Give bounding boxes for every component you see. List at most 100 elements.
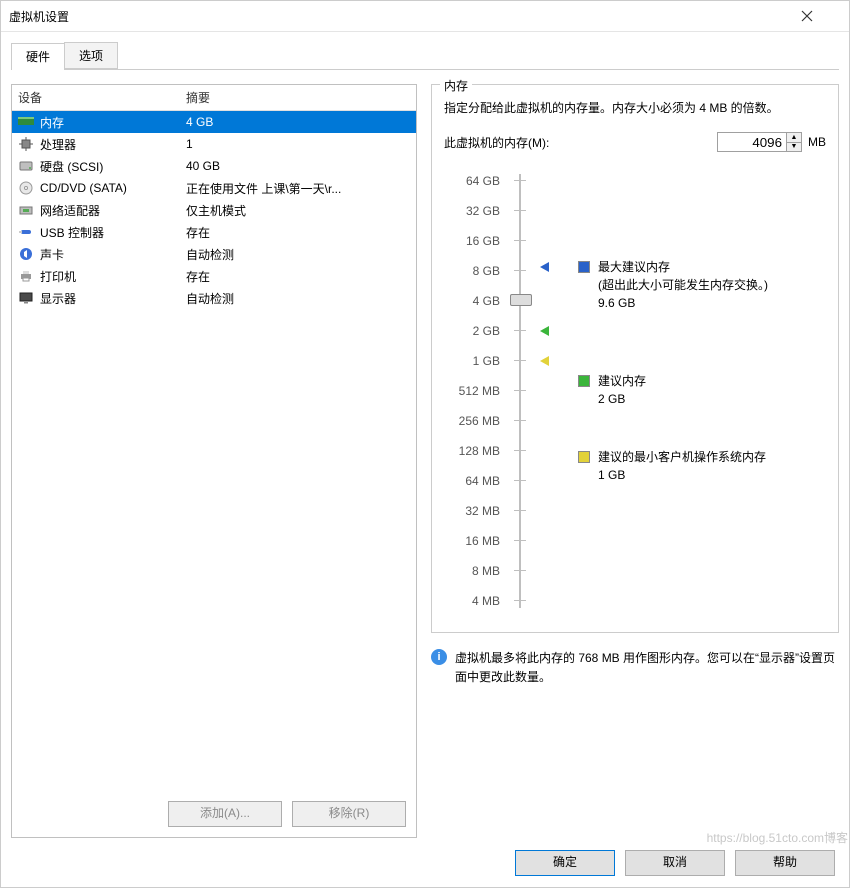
device-summary: 正在使用文件 上课\第一天\r... <box>186 180 410 197</box>
memory-info-note: i 虚拟机最多将此内存的 768 MB 用作图形内存。您可以在“显示器”设置页面… <box>431 649 839 687</box>
legend-recommended: 建议内存 2 GB <box>578 372 646 408</box>
memory-input[interactable] <box>717 132 787 152</box>
close-button[interactable] <box>801 10 841 22</box>
memory-tick-label: 4 MB <box>444 586 500 616</box>
memory-tick-label: 1 GB <box>444 346 500 376</box>
memory-markers <box>540 166 570 616</box>
dialog-body: 硬件 选项 设备 摘要 内存4 GB处理器1硬盘 (SCSI)40 GBCD/D… <box>1 32 849 838</box>
device-summary: 40 GB <box>186 159 410 173</box>
memory-tick-label: 64 GB <box>444 166 500 196</box>
device-row[interactable]: CD/DVD (SATA)正在使用文件 上课\第一天\r... <box>12 177 416 199</box>
memory-tick-label: 128 MB <box>444 436 500 466</box>
device-summary: 存在 <box>186 268 410 285</box>
slider-tick <box>514 180 526 181</box>
memory-fieldset: 内存 指定分配给此虚拟机的内存量。内存大小必须为 4 MB 的倍数。 此虚拟机的… <box>431 84 839 633</box>
slider-tick <box>514 420 526 421</box>
tab-hardware[interactable]: 硬件 <box>11 43 65 70</box>
device-row[interactable]: 内存4 GB <box>12 111 416 133</box>
memory-spinner: ▲ ▼ <box>717 132 802 152</box>
memory-spin-up[interactable]: ▲ <box>787 133 801 143</box>
legend-max-text: 最大建议内存 (超出此大小可能发生内存交换。) 9.6 GB <box>598 258 768 312</box>
legend-recommended-text: 建议内存 2 GB <box>598 372 646 408</box>
device-row[interactable]: USB 控制器存在 <box>12 221 416 243</box>
memory-tick-label: 2 GB <box>444 316 500 346</box>
slider-tick <box>514 360 526 361</box>
device-name: 处理器 <box>40 136 186 153</box>
vm-settings-window: 虚拟机设置 硬件 选项 设备 摘要 内存4 GB处理器1硬盘 (SCSI)40 … <box>0 0 850 888</box>
device-row[interactable]: 处理器1 <box>12 133 416 155</box>
memory-description: 指定分配给此虚拟机的内存量。内存大小必须为 4 MB 的倍数。 <box>444 99 826 118</box>
slider-tick <box>514 240 526 241</box>
slider-tick <box>514 600 526 601</box>
memory-tick-labels: 64 GB32 GB16 GB8 GB4 GB2 GB1 GB512 MB256… <box>444 166 500 616</box>
cancel-button[interactable]: 取消 <box>625 850 725 876</box>
window-title: 虚拟机设置 <box>9 8 801 25</box>
legend-min: 建议的最小客户机操作系统内存 1 GB <box>578 448 766 484</box>
add-device-button[interactable]: 添加(A)... <box>168 801 282 827</box>
memory-tick-label: 8 GB <box>444 256 500 286</box>
device-name: USB 控制器 <box>40 224 186 241</box>
header-summary: 摘要 <box>186 89 210 106</box>
device-summary: 1 <box>186 137 410 151</box>
tab-options[interactable]: 选项 <box>64 42 118 69</box>
slider-tick <box>514 330 526 331</box>
tab-bar: 硬件 选项 <box>11 42 839 70</box>
slider-tick <box>514 510 526 511</box>
memory-tick-label: 32 MB <box>444 496 500 526</box>
device-summary: 仅主机模式 <box>186 202 410 219</box>
device-summary: 自动检测 <box>186 246 410 263</box>
memory-spin-buttons: ▲ ▼ <box>787 132 802 152</box>
device-name: 打印机 <box>40 268 186 285</box>
cpu-icon <box>18 136 34 152</box>
usb-icon <box>18 224 34 240</box>
device-row[interactable]: 声卡自动检测 <box>12 243 416 265</box>
memory-tick-label: 256 MB <box>444 406 500 436</box>
display-icon <box>18 290 34 306</box>
device-summary: 4 GB <box>186 115 410 129</box>
device-name: 显示器 <box>40 290 186 307</box>
cd-icon <box>18 180 34 196</box>
memory-tick-label: 512 MB <box>444 376 500 406</box>
help-button[interactable]: 帮助 <box>735 850 835 876</box>
device-row[interactable]: 显示器自动检测 <box>12 287 416 309</box>
close-icon <box>801 10 813 22</box>
memory-input-row: 此虚拟机的内存(M): ▲ ▼ MB <box>444 132 826 152</box>
device-row[interactable]: 打印机存在 <box>12 265 416 287</box>
device-name: 内存 <box>40 114 186 131</box>
marker-min <box>540 356 549 366</box>
memory-tick-label: 32 GB <box>444 196 500 226</box>
memory-icon <box>18 114 34 130</box>
memory-fieldset-legend: 内存 <box>440 77 472 94</box>
device-list[interactable]: 内存4 GB处理器1硬盘 (SCSI)40 GBCD/DVD (SATA)正在使… <box>12 111 416 791</box>
header-device: 设备 <box>18 89 186 106</box>
disk-icon <box>18 158 34 174</box>
swatch-max <box>578 261 590 273</box>
memory-spin-down[interactable]: ▼ <box>787 143 801 152</box>
ok-button[interactable]: 确定 <box>515 850 615 876</box>
memory-tick-label: 16 MB <box>444 526 500 556</box>
device-name: 声卡 <box>40 246 186 263</box>
slider-tick <box>514 480 526 481</box>
remove-device-button[interactable]: 移除(R) <box>292 801 406 827</box>
device-summary: 存在 <box>186 224 410 241</box>
legend-min-text: 建议的最小客户机操作系统内存 1 GB <box>598 448 766 484</box>
device-buttons: 添加(A)... 移除(R) <box>12 791 416 837</box>
memory-legend: 最大建议内存 (超出此大小可能发生内存交换。) 9.6 GB 建议内存 2 GB <box>578 166 826 616</box>
dialog-footer: 确定 取消 帮助 <box>1 838 849 887</box>
slider-tick <box>514 570 526 571</box>
device-row[interactable]: 网络适配器仅主机模式 <box>12 199 416 221</box>
memory-tick-label: 64 MB <box>444 466 500 496</box>
nic-icon <box>18 202 34 218</box>
slider-tick <box>514 390 526 391</box>
device-panel: 设备 摘要 内存4 GB处理器1硬盘 (SCSI)40 GBCD/DVD (SA… <box>11 84 417 838</box>
titlebar: 虚拟机设置 <box>1 1 849 32</box>
slider-thumb[interactable] <box>510 294 532 306</box>
device-name: 网络适配器 <box>40 202 186 219</box>
slider-tick <box>514 450 526 451</box>
memory-slider[interactable] <box>508 166 532 616</box>
memory-scale-area: 64 GB32 GB16 GB8 GB4 GB2 GB1 GB512 MB256… <box>444 166 826 616</box>
memory-unit: MB <box>808 135 826 149</box>
printer-icon <box>18 268 34 284</box>
device-row[interactable]: 硬盘 (SCSI)40 GB <box>12 155 416 177</box>
content-area: 设备 摘要 内存4 GB处理器1硬盘 (SCSI)40 GBCD/DVD (SA… <box>11 70 839 838</box>
